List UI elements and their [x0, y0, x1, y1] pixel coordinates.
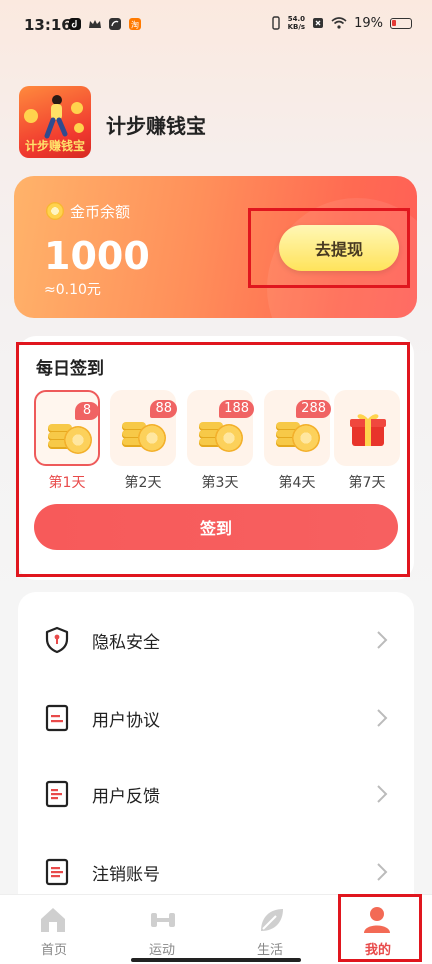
nav-sports[interactable]: 运动	[108, 895, 216, 964]
notification-icons: 淘	[68, 17, 142, 31]
signin-button[interactable]: 签到	[34, 504, 398, 550]
wifi-icon	[331, 17, 347, 29]
network-speed: 54.0 KB/s	[287, 15, 306, 31]
app-notification-icon	[109, 18, 121, 30]
leaf-icon	[261, 909, 283, 931]
menu-item-feedback[interactable]: 用户反馈	[18, 764, 414, 824]
chevron-right-icon	[377, 631, 388, 649]
svg-text:淘: 淘	[131, 20, 139, 30]
taobao-icon: 淘	[129, 18, 141, 30]
no-sim-icon	[313, 18, 324, 28]
menu-label: 注销账号	[92, 865, 160, 885]
chevron-right-icon	[377, 709, 388, 727]
home-icon	[41, 908, 65, 932]
nav-label: 首页	[40, 943, 67, 958]
app-logo: 计步赚钱宝	[19, 86, 91, 158]
highlight-box-mine	[338, 894, 422, 962]
shield-icon	[45, 626, 69, 654]
nav-label: 生活	[256, 943, 283, 958]
day-reward-badge: 88	[150, 400, 177, 418]
gift-box-icon	[350, 414, 386, 446]
day-tile-3[interactable]: 188	[187, 390, 254, 466]
app-title: 计步赚钱宝	[106, 114, 206, 138]
balance-label: 金币余额	[70, 203, 131, 221]
balance-value: 1000	[44, 234, 150, 278]
nav-label: 运动	[148, 943, 175, 958]
coin-icon	[46, 202, 64, 220]
document-icon	[45, 704, 69, 732]
day-label-1: 第1天	[48, 475, 86, 491]
status-time: 13:16	[24, 16, 72, 34]
day-label-2: 第2天	[124, 475, 162, 491]
highlight-box-withdraw	[248, 208, 410, 288]
battery-percent: 19%	[354, 15, 383, 31]
day-tile-4[interactable]: 288	[264, 390, 331, 466]
menu-label: 用户协议	[92, 711, 160, 731]
day-tile-7[interactable]	[334, 390, 400, 466]
day-reward-badge: 288	[296, 400, 331, 418]
feedback-icon	[45, 780, 69, 808]
nav-home[interactable]: 首页	[0, 895, 108, 964]
vibrate-icon	[271, 16, 280, 30]
chevron-right-icon	[377, 863, 388, 881]
menu-label: 用户反馈	[92, 787, 160, 807]
nav-life[interactable]: 生活	[216, 895, 324, 964]
cancel-account-icon	[45, 858, 69, 886]
signin-title: 每日签到	[36, 359, 104, 379]
crown-icon	[89, 20, 101, 28]
battery-icon	[390, 17, 412, 29]
status-bar: 13:16 淘 54.0 KB/s 19%	[0, 0, 432, 52]
dumbbell-icon	[151, 913, 175, 927]
tiktok-icon	[69, 18, 81, 30]
menu-label: 隐私安全	[92, 633, 160, 653]
logo-text: 计步赚钱宝	[24, 139, 85, 153]
day-reward-badge: 8	[75, 402, 99, 420]
menu-item-delete-account[interactable]: 注销账号	[18, 842, 414, 902]
day-label-4: 第4天	[278, 475, 316, 491]
home-indicator	[131, 958, 301, 962]
chevron-right-icon	[377, 785, 388, 803]
balance-rmb: ≈0.10元	[44, 282, 101, 298]
menu-item-agreement[interactable]: 用户协议	[18, 688, 414, 748]
day-label-7: 第7天	[348, 475, 386, 491]
day-tile-1[interactable]: 8	[34, 390, 100, 466]
day-label-3: 第3天	[201, 475, 239, 491]
menu-item-privacy[interactable]: 隐私安全	[18, 610, 414, 670]
day-reward-badge: 188	[219, 400, 254, 418]
day-tile-2[interactable]: 88	[110, 390, 177, 466]
status-right: 54.0 KB/s 19%	[271, 15, 412, 31]
